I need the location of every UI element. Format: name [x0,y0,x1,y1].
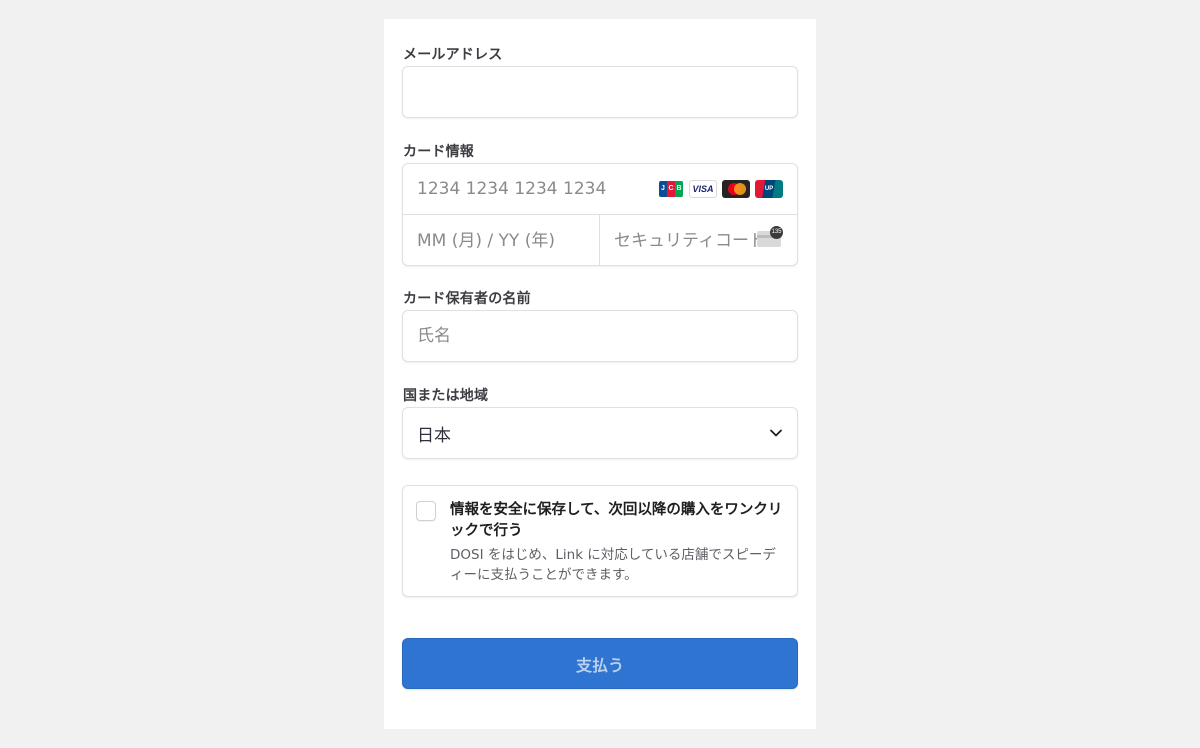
pay-button[interactable]: 支払う [402,638,798,689]
card-brands: JCB VISA UP [658,180,783,198]
mastercard-icon [722,180,750,198]
cvc-badge: 135 [770,226,783,239]
email-field-wrapper [402,66,798,118]
email-field[interactable] [403,67,797,117]
country-selected-value: 日本 [417,425,451,446]
card-cvc-wrapper: 135 [600,215,797,266]
chevron-down-icon [770,429,782,437]
cardholder-label: カード保有者の名前 [403,291,531,307]
card-expiry-input[interactable] [403,215,599,266]
visa-icon: VISA [689,180,717,198]
email-label: メールアドレス [403,47,503,63]
card-info-group: JCB VISA UP 135 [402,163,798,266]
card-info-label: カード情報 [403,144,474,160]
jcb-icon: JCB [658,180,684,198]
checkout-panel: メールアドレス カード情報 JCB VISA UP 135 [384,19,816,729]
card-expiry-wrapper [403,215,600,266]
save-info-checkbox[interactable] [416,501,436,521]
cardholder-field-wrapper [402,310,798,362]
cardholder-name-input[interactable] [403,311,797,361]
link-save-box: 情報を安全に保存して、次回以降の購入をワンクリックで行う DOSI をはじめ、L… [402,485,798,597]
link-save-title: 情報を安全に保存して、次回以降の購入をワンクリックで行う [450,502,783,539]
country-select[interactable]: 日本 [402,407,798,459]
country-label: 国または地域 [403,388,489,404]
link-save-description: DOSI をはじめ、Link に対応している店舗でスピーディーに支払うことができ… [450,547,776,583]
cvc-card-icon: 135 [757,226,783,247]
unionpay-icon: UP [755,180,783,198]
card-number-wrapper: JCB VISA UP [403,164,797,215]
